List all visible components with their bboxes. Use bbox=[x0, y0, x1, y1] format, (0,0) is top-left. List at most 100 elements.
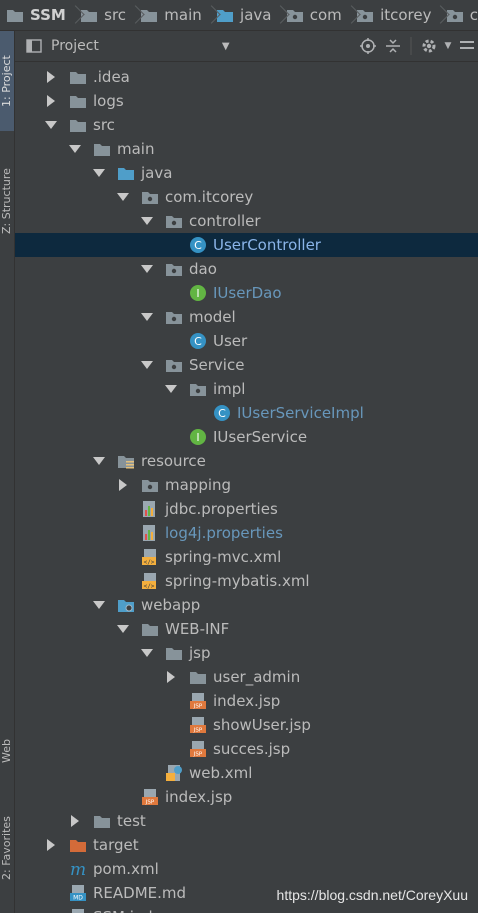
tree-node-jdbc-properties[interactable]: jdbc.properties bbox=[15, 497, 478, 521]
arrow-placeholder bbox=[45, 863, 57, 875]
breadcrumb-separator bbox=[133, 5, 134, 25]
breadcrumb-item-itcorey[interactable]: itcorey bbox=[350, 0, 431, 30]
tree-node-log4j-properties[interactable]: log4j.properties bbox=[15, 521, 478, 545]
tree-node-label: showUser.jsp bbox=[213, 716, 311, 734]
svg-text:m: m bbox=[70, 860, 86, 878]
tree-node-java[interactable]: java bbox=[15, 161, 478, 185]
tree-node-user[interactable]: C User bbox=[15, 329, 478, 353]
tree-node-user-admin[interactable]: user_admin bbox=[15, 665, 478, 689]
collapsed-arrow-icon[interactable] bbox=[45, 71, 57, 83]
package-icon bbox=[189, 380, 207, 398]
breadcrumb-item-main[interactable]: main bbox=[134, 0, 202, 30]
hide-panel-icon[interactable] bbox=[456, 35, 478, 57]
tree-node-impl[interactable]: impl bbox=[15, 377, 478, 401]
tree-node-label: java bbox=[141, 164, 173, 182]
tree-node-mapping[interactable]: mapping bbox=[15, 473, 478, 497]
tree-node-logs[interactable]: logs bbox=[15, 89, 478, 113]
tree-node-resource[interactable]: resource bbox=[15, 449, 478, 473]
expanded-arrow-icon[interactable] bbox=[93, 167, 105, 179]
breadcrumb-separator bbox=[73, 5, 74, 25]
expanded-arrow-icon[interactable] bbox=[69, 143, 81, 155]
tree-node-webapp[interactable]: webapp bbox=[15, 593, 478, 617]
tree-node-spring-mybatis-xml[interactable]: </> spring-mybatis.xml bbox=[15, 569, 478, 593]
gear-dropdown-arrow-icon[interactable]: ▼ bbox=[443, 35, 453, 57]
collapsed-arrow-icon[interactable] bbox=[69, 815, 81, 827]
folder-icon bbox=[69, 68, 87, 86]
expanded-arrow-icon[interactable] bbox=[93, 455, 105, 467]
arrow-placeholder bbox=[117, 551, 129, 563]
arrow-placeholder bbox=[117, 503, 129, 515]
breadcrumb-item-ssm[interactable]: SSM bbox=[0, 0, 66, 30]
tree-node-label: index.jsp bbox=[213, 692, 281, 710]
tree-node-model[interactable]: model bbox=[15, 305, 478, 329]
interface-icon: I bbox=[189, 428, 207, 446]
tree-node-jsp[interactable]: jsp bbox=[15, 641, 478, 665]
tree-node-label: target bbox=[93, 836, 139, 854]
expanded-arrow-icon[interactable] bbox=[117, 191, 129, 203]
expanded-arrow-icon[interactable] bbox=[141, 647, 153, 659]
tree-node-src[interactable]: src bbox=[15, 113, 478, 137]
package-icon bbox=[165, 212, 183, 230]
expanded-arrow-icon[interactable] bbox=[117, 623, 129, 635]
collapsed-arrow-icon[interactable] bbox=[45, 839, 57, 851]
tree-node-com-itcorey[interactable]: com.itcorey bbox=[15, 185, 478, 209]
svg-text:I: I bbox=[196, 287, 199, 300]
project-tool-tab-label: 1: Project bbox=[0, 55, 13, 107]
folder-icon bbox=[93, 812, 111, 830]
expanded-arrow-icon[interactable] bbox=[165, 383, 177, 395]
tree-node-iuserservice[interactable]: I IUserService bbox=[15, 425, 478, 449]
arrow-placeholder bbox=[117, 575, 129, 587]
tree-node-spring-mvc-xml[interactable]: </> spring-mvc.xml bbox=[15, 545, 478, 569]
expanded-arrow-icon[interactable] bbox=[45, 119, 57, 131]
expanded-arrow-icon[interactable] bbox=[93, 599, 105, 611]
favorites-tool-tab[interactable]: 2: Favorites bbox=[0, 801, 14, 896]
left-tool-strip: 1: Project Z: Structure Web 2: Favorites bbox=[0, 31, 15, 913]
collapsed-arrow-icon[interactable] bbox=[45, 95, 57, 107]
tree-node-service[interactable]: Service bbox=[15, 353, 478, 377]
tree-node-label: index.jsp bbox=[165, 788, 233, 806]
tree-node-pom-xml[interactable]: m pom.xml bbox=[15, 857, 478, 881]
tree-node-label: user_admin bbox=[213, 668, 301, 686]
project-panel-title: Project bbox=[51, 38, 99, 54]
expanded-arrow-icon[interactable] bbox=[141, 311, 153, 323]
collapsed-arrow-icon[interactable] bbox=[117, 479, 129, 491]
package-icon bbox=[165, 260, 183, 278]
tree-node-main[interactable]: main bbox=[15, 137, 478, 161]
tree-node-label: succes.jsp bbox=[213, 740, 291, 758]
gear-icon[interactable] bbox=[418, 35, 440, 57]
tree-node-web-xml[interactable]: web.xml bbox=[15, 761, 478, 785]
tree-node-showuser-jsp[interactable]: JSP showUser.jsp bbox=[15, 713, 478, 737]
expanded-arrow-icon[interactable] bbox=[141, 215, 153, 227]
project-panel-header: Project ▼ ▼ bbox=[15, 31, 478, 62]
xml-icon: </> bbox=[141, 548, 159, 566]
jsp-icon: JSP bbox=[189, 716, 207, 734]
tree-node-web-inf[interactable]: WEB-INF bbox=[15, 617, 478, 641]
collapse-all-icon[interactable] bbox=[382, 35, 404, 57]
tree-node-test[interactable]: test bbox=[15, 809, 478, 833]
tree-node-label: pom.xml bbox=[93, 860, 159, 878]
tree-node-ssm-iml[interactable]: SSM.iml bbox=[15, 905, 478, 913]
tree-node-iuserdao[interactable]: I IUserDao bbox=[15, 281, 478, 305]
tree-node-index-jsp[interactable]: JSP index.jsp bbox=[15, 785, 478, 809]
view-mode-dropdown[interactable]: ▼ bbox=[222, 41, 230, 52]
expanded-arrow-icon[interactable] bbox=[141, 263, 153, 275]
tree-node-index-jsp[interactable]: JSP index.jsp bbox=[15, 689, 478, 713]
structure-tool-tab[interactable]: Z: Structure bbox=[0, 151, 14, 251]
tree-node-idea[interactable]: .idea bbox=[15, 65, 478, 89]
tree-node-succes-jsp[interactable]: JSP succes.jsp bbox=[15, 737, 478, 761]
tree-node-iuserserviceimpl[interactable]: C IUserServiceImpl bbox=[15, 401, 478, 425]
project-tool-tab[interactable]: 1: Project bbox=[0, 31, 14, 131]
toolbar-divider bbox=[407, 35, 415, 57]
web-tool-tab[interactable]: Web bbox=[0, 724, 14, 779]
breadcrumb-label: c bbox=[469, 6, 478, 24]
properties-icon bbox=[141, 524, 159, 542]
expanded-arrow-icon[interactable] bbox=[141, 359, 153, 371]
tree-node-label: com.itcorey bbox=[165, 188, 254, 206]
tree-node-controller[interactable]: controller bbox=[15, 209, 478, 233]
collapsed-arrow-icon[interactable] bbox=[165, 671, 177, 683]
tree-node-target[interactable]: target bbox=[15, 833, 478, 857]
tree-node-usercontroller[interactable]: C UserController bbox=[15, 233, 478, 257]
navigation-bar: SSM src main java com itcorey c bbox=[0, 0, 478, 31]
scroll-from-source-icon[interactable] bbox=[357, 35, 379, 57]
tree-node-dao[interactable]: dao bbox=[15, 257, 478, 281]
